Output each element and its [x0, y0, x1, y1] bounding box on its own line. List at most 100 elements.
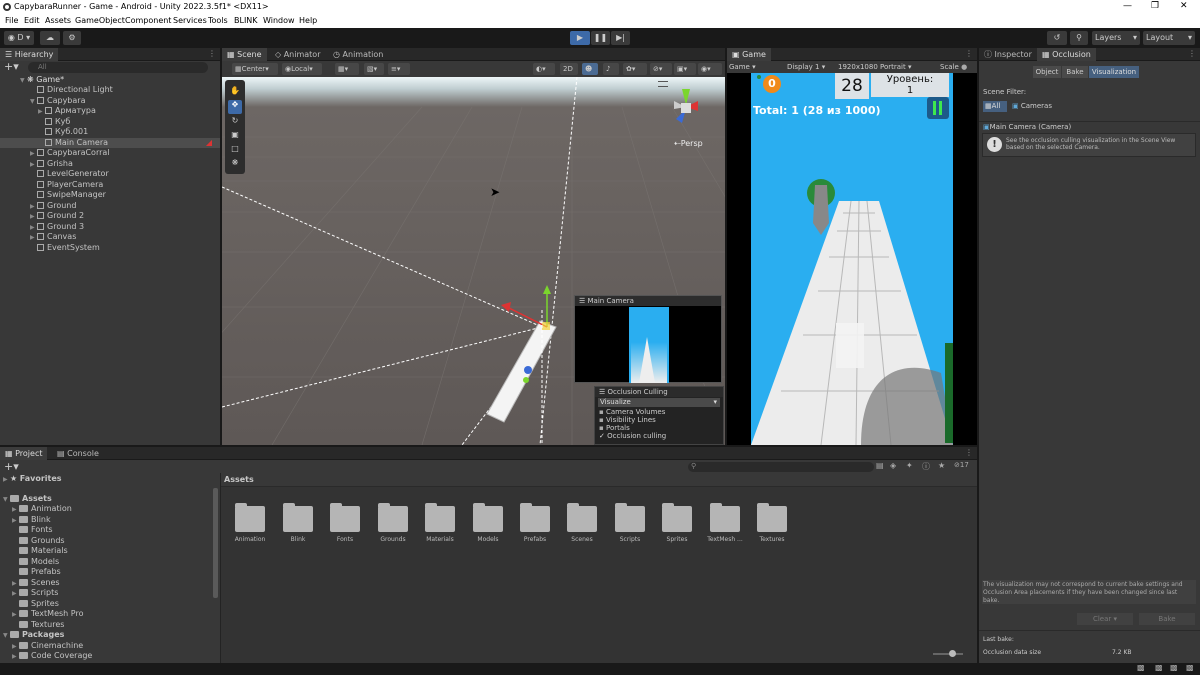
scene-menu-icon[interactable] — [658, 81, 668, 87]
menu-file[interactable]: File — [5, 16, 18, 25]
filter-cameras-button[interactable]: ▣ Cameras — [1012, 101, 1062, 112]
network-icon[interactable]: ▩ — [1155, 663, 1163, 672]
rect-tool-icon[interactable]: □ — [229, 144, 241, 156]
orientation-gizmo[interactable] — [666, 87, 706, 127]
search-icon[interactable]: ⚲ — [1070, 31, 1088, 45]
hierarchy-item[interactable]: ▶ Ground 3 — [30, 222, 84, 232]
menu-window[interactable]: Window — [263, 16, 295, 25]
gizmos-icon[interactable]: ◉▾ — [698, 63, 722, 75]
tree-item[interactable]: Materials — [19, 546, 68, 556]
bake-button[interactable]: Bake — [1139, 613, 1195, 625]
asset-folder[interactable]: Scripts — [609, 503, 651, 543]
cloud-icon[interactable]: ☁ — [40, 31, 60, 45]
tree-item[interactable]: ▶ Animation — [12, 504, 72, 514]
grid-snap-icon[interactable]: ▦▾ — [335, 63, 359, 75]
filter-type-icon[interactable]: ◈ — [890, 461, 896, 470]
asset-folder[interactable]: TextMesh ... — [704, 503, 746, 543]
tab-scene[interactable]: ▦ Scene — [222, 48, 267, 61]
shading-icon[interactable]: ◐▾ — [533, 63, 555, 75]
play-button[interactable]: ▶ — [570, 31, 590, 45]
audio-icon[interactable]: ♪ — [603, 63, 619, 75]
asset-folder[interactable]: Materials — [419, 503, 461, 543]
tree-packages[interactable]: ▼ Packages — [3, 630, 64, 640]
hierarchy-item[interactable]: ▼ Capybara — [30, 96, 85, 106]
hand-tool-icon[interactable]: ✋ — [229, 86, 241, 98]
hierarchy-item[interactable]: ▶ Арматура — [38, 106, 96, 116]
camera-settings-icon[interactable]: ▣▾ — [674, 63, 696, 75]
hierarchy-item[interactable]: EventSystem — [37, 243, 100, 253]
menu-services[interactable]: Services — [173, 16, 207, 25]
pivot-dropdown[interactable]: ▦Center▾ — [232, 63, 278, 75]
hierarchy-item[interactable]: ▶ Ground — [30, 201, 76, 211]
tree-item[interactable]: ▶ Scripts — [12, 588, 58, 598]
occlusion-mode-dropdown[interactable]: Visualize ▾ — [598, 398, 720, 407]
layers-dropdown[interactable]: Layers ▾ — [1092, 31, 1140, 45]
filter-all-button[interactable]: ▦All — [983, 101, 1007, 112]
snap-icon[interactable]: ▧▾ — [364, 63, 384, 75]
hierarchy-search-input[interactable]: All — [28, 62, 208, 73]
hierarchy-item[interactable]: Куб.001 — [45, 127, 88, 137]
rotate-tool-icon[interactable]: ↻ — [229, 116, 241, 128]
tree-item[interactable]: Sprites — [19, 599, 59, 609]
project-panel-menu-icon[interactable]: ⋮ — [965, 448, 973, 457]
menu-gameobject[interactable]: GameObject — [75, 16, 125, 25]
progress-icon[interactable]: ▩ — [1137, 663, 1145, 672]
tree-scrollbar[interactable] — [213, 488, 218, 598]
lighting-icon[interactable]: ☻ — [582, 63, 598, 75]
tab-game[interactable]: ▣ Game — [727, 48, 771, 61]
game-panel-menu-icon[interactable]: ⋮ — [965, 49, 973, 58]
increment-icon[interactable]: ≡▾ — [388, 63, 410, 75]
asset-folder[interactable]: Scenes — [561, 503, 603, 543]
asset-folder[interactable]: Fonts — [324, 503, 366, 543]
info-filter-icon[interactable]: ⓘ — [922, 461, 930, 472]
display-dropdown[interactable]: Display 1 ▾ — [787, 61, 825, 73]
asset-folder[interactable]: Sprites — [656, 503, 698, 543]
create-icon[interactable]: ▤ — [876, 461, 884, 470]
subtab-visualization[interactable]: Visualization — [1089, 66, 1139, 78]
debug-icon[interactable]: ▩ — [1170, 663, 1178, 672]
option-portals[interactable]: ▪ Portals — [599, 424, 723, 432]
tab-console[interactable]: ▤ Console — [52, 447, 104, 460]
hierarchy-scene-game[interactable]: ▼ ❋ Game* — [20, 75, 64, 85]
project-search-input[interactable]: ⚲ — [688, 462, 874, 472]
cache-icon[interactable]: ▩ — [1186, 663, 1194, 672]
breadcrumb[interactable]: Assets — [221, 473, 977, 487]
inspector-panel-menu-icon[interactable]: ⋮ — [1188, 49, 1196, 58]
account-button[interactable]: ◉ D ▾ — [4, 31, 34, 45]
subtab-object[interactable]: Object — [1033, 66, 1061, 78]
zoom-slider-handle[interactable] — [949, 650, 956, 657]
maximize-icon[interactable]: ❐ — [1151, 1, 1159, 11]
subtab-bake[interactable]: Bake — [1062, 66, 1088, 78]
step-button[interactable]: ▶| — [611, 31, 630, 45]
tree-item[interactable]: Grounds — [19, 536, 65, 546]
asset-folder[interactable]: Models — [467, 503, 509, 543]
pause-game-button[interactable] — [927, 97, 949, 119]
menu-assets[interactable]: Assets — [45, 16, 71, 25]
hierarchy-item[interactable]: Directional Light — [37, 85, 113, 95]
space-dropdown[interactable]: ◉Local▾ — [282, 63, 322, 75]
menu-help[interactable]: Help — [299, 16, 317, 25]
tree-item[interactable]: ▶ Code Coverage — [12, 651, 92, 661]
menu-edit[interactable]: Edit — [24, 16, 40, 25]
hidden-packages-counter[interactable]: ⊘17 — [954, 461, 969, 469]
layout-dropdown[interactable]: Layout ▾ — [1143, 31, 1195, 45]
game-viewport[interactable]: 0 28 Уровень: 1 Total: 1 (28 из 1000) — [751, 73, 953, 445]
zoom-slider[interactable] — [933, 653, 963, 655]
hierarchy-item[interactable]: ▶ Ground 2 — [30, 211, 84, 221]
option-camera-volumes[interactable]: ▪ Camera Volumes — [599, 408, 723, 416]
label-icon[interactable]: ✦ — [906, 461, 913, 470]
tree-assets[interactable]: ▼ Assets — [3, 494, 52, 504]
resolution-dropdown[interactable]: 1920x1080 Portrait ▾ — [838, 61, 911, 73]
scene-view[interactable]: ✋ ✥ ↻ ▣ □ ❋ ⇠Persp ➤ ☰ Main Camera ☰ Occ… — [222, 77, 725, 445]
tree-item[interactable]: ▶ Blink — [12, 515, 51, 525]
asset-folder[interactable]: Prefabs — [514, 503, 556, 543]
menu-component[interactable]: Component — [125, 16, 171, 25]
tree-item[interactable]: Models — [19, 557, 59, 567]
hierarchy-item[interactable]: LevelGenerator — [37, 169, 109, 179]
menu-tools[interactable]: Tools — [208, 16, 228, 25]
tree-item[interactable]: ▶ Scenes — [12, 578, 60, 588]
hidden-objects-icon[interactable]: ⊘▾ — [650, 63, 672, 75]
minimize-icon[interactable]: — — [1123, 1, 1132, 11]
tab-animator[interactable]: ◇ Animator — [270, 48, 325, 61]
hierarchy-item[interactable]: ▶ Grisha — [30, 159, 73, 169]
